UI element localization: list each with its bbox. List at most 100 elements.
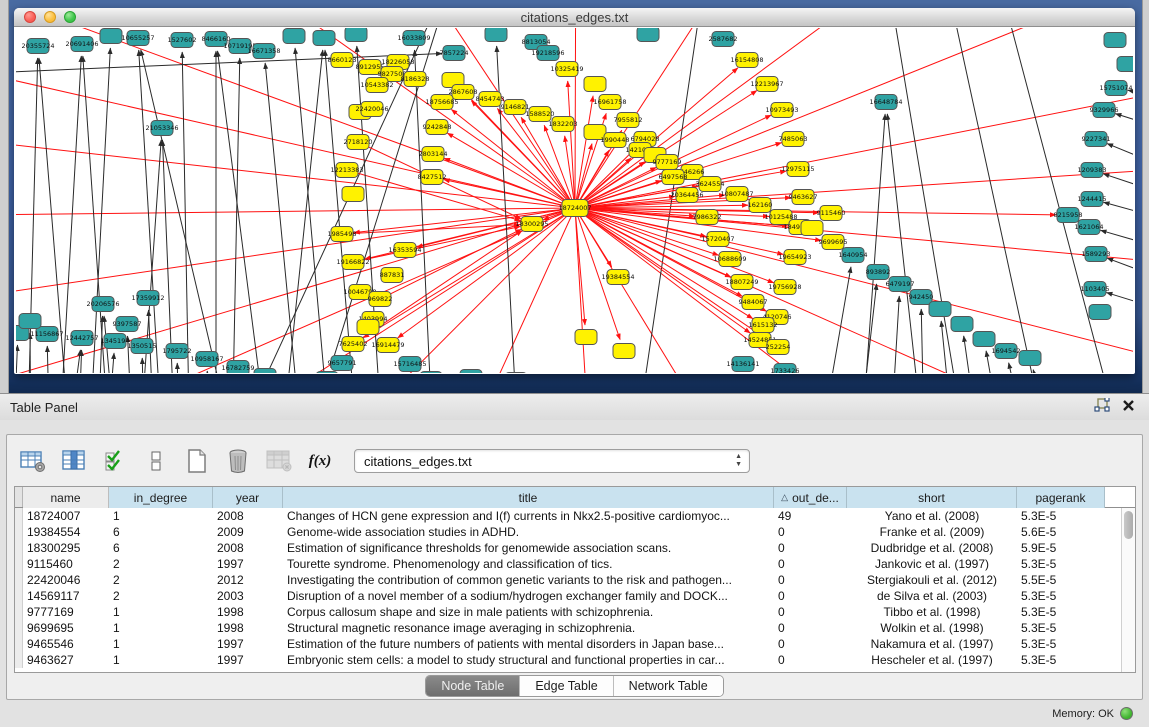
cell[interactable]: 1998 — [213, 620, 283, 636]
scrollbar-thumb[interactable] — [1124, 511, 1133, 539]
cell[interactable]: 6 — [109, 540, 213, 556]
graph-node[interactable] — [1104, 33, 1126, 48]
graph-edge[interactable] — [887, 114, 924, 373]
cell[interactable]: 1 — [109, 604, 213, 620]
column-header-in-degree[interactable]: in_degree — [109, 487, 213, 508]
graph-edge[interactable] — [447, 133, 575, 208]
float-panel-icon[interactable] — [1094, 398, 1110, 418]
tab-node-table[interactable]: Node Table — [426, 676, 520, 696]
graph-node[interactable] — [1089, 305, 1111, 320]
cell[interactable]: 18724007 — [23, 508, 109, 524]
graph-edge[interactable] — [861, 114, 885, 373]
cell[interactable]: 5.3E-5 — [1017, 556, 1105, 572]
network-canvas[interactable]: 2035572420691406106552571527602846616010… — [16, 28, 1133, 373]
cell[interactable]: Jankovic et al. (1997) — [847, 556, 1017, 572]
graph-edge[interactable] — [1106, 293, 1133, 348]
vertical-scrollbar[interactable] — [1121, 508, 1135, 672]
graph-node[interactable] — [313, 31, 335, 46]
graph-node[interactable] — [316, 372, 338, 374]
table-row[interactable]: 1872400712008Changes of HCN gene express… — [15, 508, 1121, 524]
delete-trash-icon[interactable] — [223, 447, 253, 475]
cell[interactable]: 2 — [109, 572, 213, 588]
cell[interactable]: Changes of HCN gene expression and I(f) … — [283, 508, 774, 524]
cell[interactable]: 1 — [109, 636, 213, 652]
cell[interactable]: Estimation of the future numbers of pati… — [283, 636, 774, 652]
cell[interactable]: 9115460 — [23, 556, 109, 572]
cell[interactable]: 2003 — [213, 588, 283, 604]
graph-edge[interactable] — [1128, 90, 1133, 118]
checklist-icon[interactable] — [100, 447, 130, 475]
cell[interactable]: Disruption of a novel member of a sodium… — [283, 588, 774, 604]
cell[interactable]: 0 — [774, 604, 847, 620]
graph-edge[interactable] — [575, 208, 585, 325]
close-button[interactable] — [24, 11, 36, 23]
graph-edge[interactable] — [1115, 114, 1133, 163]
column-header-name[interactable]: name — [23, 487, 109, 508]
graph-edge[interactable] — [86, 48, 110, 373]
graph-edge[interactable] — [1104, 202, 1133, 253]
table-row[interactable]: 1830029562008Estimation of significance … — [15, 540, 1121, 556]
cell[interactable]: 0 — [774, 572, 847, 588]
table-row[interactable]: 946554611997Estimation of the future num… — [15, 636, 1121, 652]
cell[interactable]: Estimation of significance thresholds fo… — [283, 540, 774, 556]
graph-edge[interactable] — [1107, 144, 1133, 213]
table-row[interactable]: 2242004622012Investigating the contribut… — [15, 572, 1121, 588]
graph-edge[interactable] — [39, 58, 76, 373]
cell[interactable]: 5.5E-5 — [1017, 572, 1105, 588]
cell[interactable]: Nakamura et al. (1997) — [847, 636, 1017, 652]
cell[interactable]: 0 — [774, 636, 847, 652]
graph-edge[interactable] — [30, 333, 31, 373]
new-document-icon[interactable] — [182, 447, 212, 475]
cell[interactable]: 6 — [109, 524, 213, 540]
table-row[interactable]: 1456911722003Disruption of a novel membe… — [15, 588, 1121, 604]
minimize-button[interactable] — [44, 11, 56, 23]
graph-node[interactable] — [951, 317, 973, 332]
graph-node[interactable] — [460, 370, 482, 374]
column-header-title[interactable]: title — [283, 487, 774, 508]
cell[interactable]: Dudbridge et al. (2008) — [847, 540, 1017, 556]
select-columns-icon[interactable] — [59, 447, 89, 475]
cell[interactable]: 2008 — [213, 508, 283, 524]
cell[interactable]: 9465546 — [23, 636, 109, 652]
cell[interactable]: 19384554 — [23, 524, 109, 540]
cell[interactable]: 1 — [109, 620, 213, 636]
cell[interactable]: Yano et al. (2008) — [847, 508, 1017, 524]
graph-edge[interactable] — [568, 81, 575, 208]
cell[interactable]: 5.3E-5 — [1017, 636, 1105, 652]
cell[interactable]: 5.3E-5 — [1017, 508, 1105, 524]
graph-edge[interactable] — [325, 50, 361, 373]
close-panel-icon[interactable] — [1122, 399, 1135, 417]
graph-edge[interactable] — [886, 296, 899, 373]
cell[interactable]: 5.6E-5 — [1017, 524, 1105, 540]
cell[interactable]: 2008 — [213, 540, 283, 556]
column-header-out-de-[interactable]: △out_de... — [774, 487, 847, 508]
cell[interactable]: 9777169 — [23, 604, 109, 620]
graph-edge[interactable] — [811, 267, 851, 373]
graph-edge[interactable] — [66, 350, 80, 373]
graph-node[interactable] — [100, 29, 122, 44]
cell[interactable]: 0 — [774, 556, 847, 572]
table-row[interactable]: 977716911998Corpus callosum shape and si… — [15, 604, 1121, 620]
graph-node[interactable] — [342, 187, 364, 202]
cell[interactable]: Tibbo et al. (1998) — [847, 604, 1017, 620]
table-source-select[interactable]: citations_edges.txt ▲▼ — [354, 449, 750, 473]
graph-node[interactable] — [1117, 57, 1133, 72]
function-builder-icon[interactable]: f(x) — [305, 447, 335, 475]
merge-rows-icon[interactable] — [141, 447, 171, 475]
column-header-year[interactable]: year — [213, 487, 283, 508]
cell[interactable]: 5.3E-5 — [1017, 652, 1105, 668]
cell[interactable]: 14569117 — [23, 588, 109, 604]
column-header-pagerank[interactable]: pagerank — [1017, 487, 1105, 508]
graph-edge[interactable] — [575, 208, 596, 373]
graph-edge[interactable] — [851, 284, 877, 373]
table-settings-icon[interactable] — [18, 447, 48, 475]
cell[interactable]: 22420046 — [23, 572, 109, 588]
cell[interactable]: 9463627 — [23, 652, 109, 668]
table-row[interactable]: 946362711997Embryonic stem cells: a mode… — [15, 652, 1121, 668]
cell[interactable]: 0 — [774, 524, 847, 540]
graph-edge[interactable] — [47, 346, 51, 373]
graph-node[interactable] — [420, 372, 442, 374]
graph-edge[interactable] — [575, 96, 593, 208]
cell[interactable]: Corpus callosum shape and size in male p… — [283, 604, 774, 620]
table-row[interactable]: 969969511998Structural magnetic resonanc… — [15, 620, 1121, 636]
